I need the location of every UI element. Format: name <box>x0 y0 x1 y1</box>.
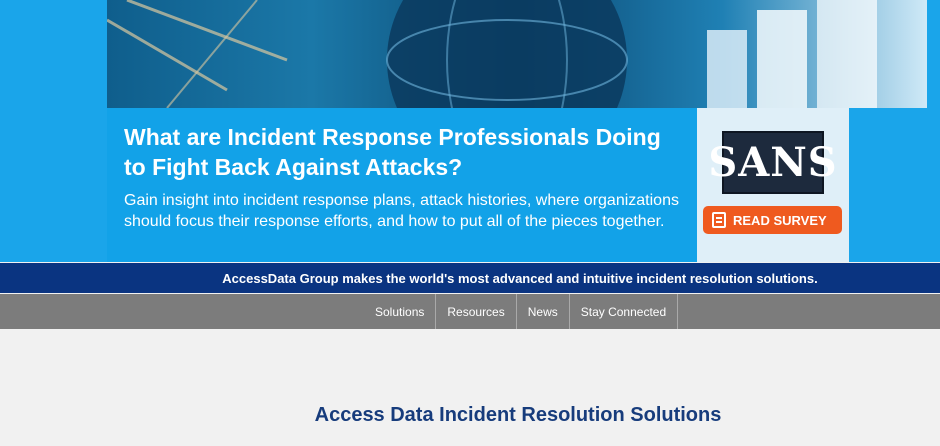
main-nav: Solutions Resources News Stay Connected <box>0 294 940 329</box>
hero-headline[interactable]: What are Incident Response Professionals… <box>124 122 684 182</box>
nav-item-news[interactable]: News <box>517 294 570 329</box>
hero-image <box>107 0 927 108</box>
nav-item-solutions[interactable]: Solutions <box>364 294 437 329</box>
hero-subtext: Gain insight into incident response plan… <box>124 192 679 230</box>
nav-item-stay-connected[interactable]: Stay Connected <box>570 294 679 329</box>
read-survey-button[interactable]: READ SURVEY <box>703 206 842 234</box>
page-title: Access Data Incident Resolution Solution… <box>0 404 940 427</box>
document-icon <box>712 212 726 228</box>
tagline-text: AccessData Group makes the world's most … <box>222 270 818 286</box>
page-title-text: Access Data Incident Resolution Solution… <box>314 404 722 426</box>
hero-banner[interactable]: What are Incident Response Professionals… <box>0 0 940 262</box>
nav-item-resources[interactable]: Resources <box>436 294 517 329</box>
tagline-bar: AccessData Group makes the world's most … <box>0 263 940 293</box>
read-survey-label: READ SURVEY <box>733 212 827 228</box>
sans-logo: SANS <box>708 131 837 194</box>
